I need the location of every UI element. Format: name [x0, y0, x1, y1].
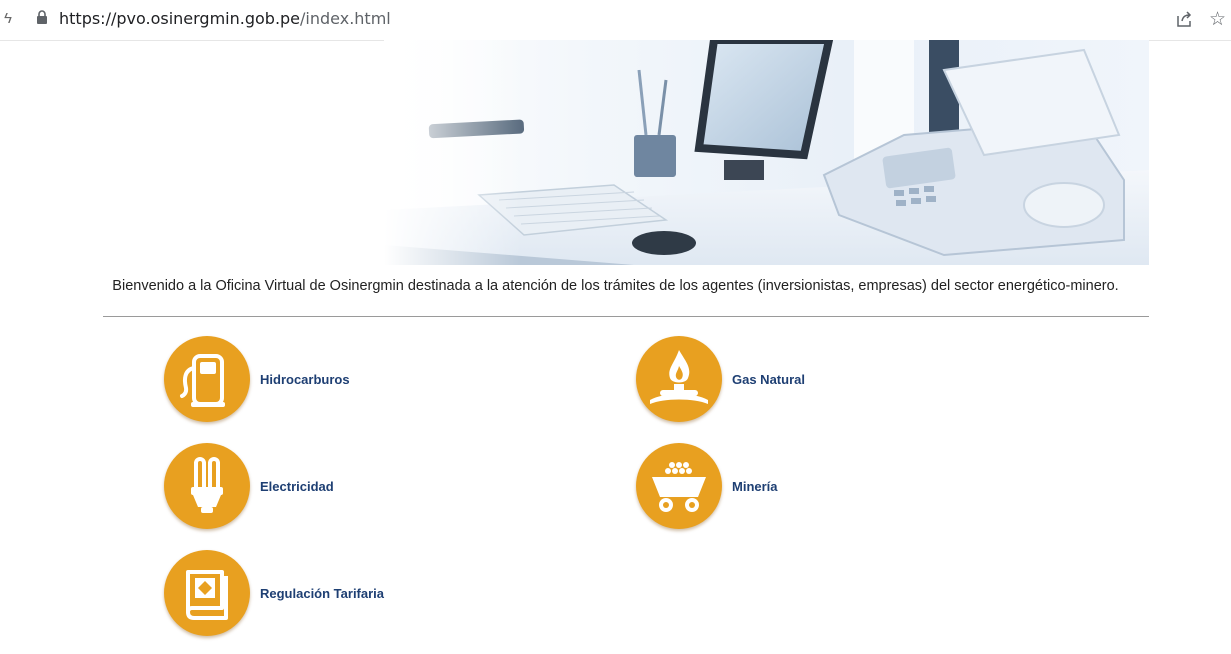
- bookmark-star-icon[interactable]: ☆: [1209, 8, 1226, 31]
- divider: [103, 316, 1149, 317]
- sector-gas-natural[interactable]: Gas Natural: [636, 336, 805, 422]
- sector-hidrocarburos[interactable]: Hidrocarburos: [164, 336, 350, 422]
- light-bulb-icon[interactable]: [164, 443, 250, 529]
- sector-label[interactable]: Electricidad: [260, 479, 334, 494]
- sector-regulacion-tarifaria[interactable]: Regulación Tarifaria: [164, 550, 384, 636]
- sector-mineria[interactable]: Minería: [636, 443, 778, 529]
- sector-label[interactable]: Minería: [732, 479, 778, 494]
- banner-image: [384, 40, 1149, 265]
- mine-cart-icon[interactable]: [636, 443, 722, 529]
- welcome-text: Bienvenido a la Oficina Virtual de Osine…: [112, 278, 1119, 294]
- regulation-book-icon[interactable]: [164, 550, 250, 636]
- browser-stub-icon: ϟ: [4, 10, 12, 27]
- sector-electricidad[interactable]: Electricidad: [164, 443, 334, 529]
- url-field[interactable]: https://pvo.osinergmin.gob.pe/index.html: [59, 9, 391, 28]
- gas-flame-icon[interactable]: [636, 336, 722, 422]
- sector-label[interactable]: Gas Natural: [732, 372, 805, 387]
- sector-label[interactable]: Hidrocarburos: [260, 372, 350, 387]
- lock-icon[interactable]: [36, 10, 48, 24]
- fuel-pump-icon[interactable]: [164, 336, 250, 422]
- share-icon[interactable]: [1175, 10, 1193, 28]
- sector-label[interactable]: Regulación Tarifaria: [260, 586, 384, 601]
- url-path: /index.html: [300, 9, 391, 28]
- url-host: https://pvo.osinergmin.gob.pe: [59, 9, 301, 28]
- browser-address-bar: ϟ https://pvo.osinergmin.gob.pe/index.ht…: [0, 0, 1231, 41]
